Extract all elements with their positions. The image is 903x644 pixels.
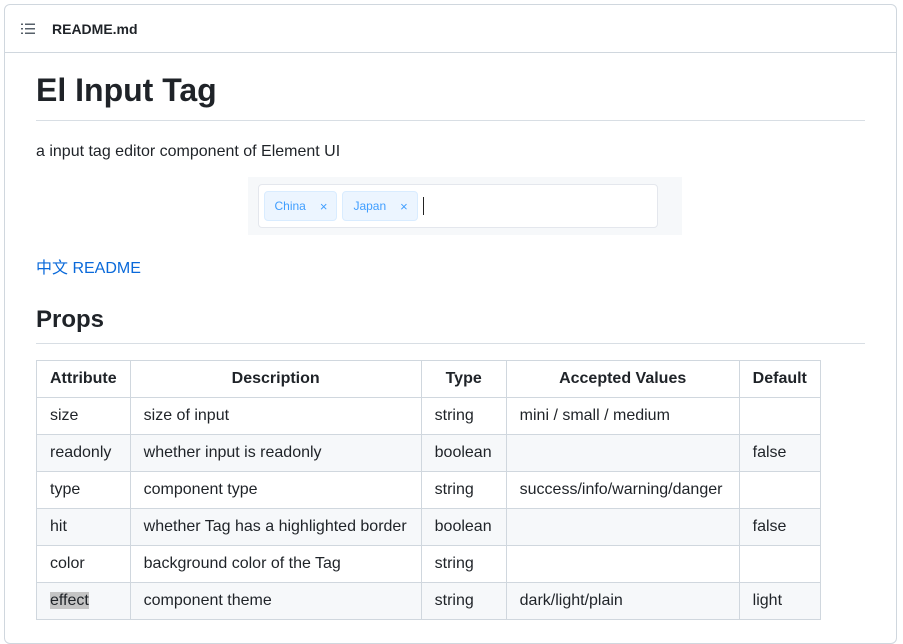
table-cell — [505, 545, 740, 583]
table-cell: size of input — [129, 397, 422, 435]
table-cell: string — [420, 582, 507, 620]
table-row: type component type string success/info/… — [36, 471, 821, 509]
table-cell: type — [36, 471, 131, 509]
table-cell: color — [36, 545, 131, 583]
props-heading: Props — [36, 305, 865, 344]
demo-image: China × Japan × — [247, 177, 682, 235]
column-header: Accepted Values — [505, 360, 740, 398]
column-header: Default — [738, 360, 821, 398]
tag-label: Japan — [353, 199, 387, 213]
table-cell: background color of the Tag — [129, 545, 422, 583]
table-cell: effect — [36, 582, 131, 620]
tag-input[interactable]: China × Japan × — [257, 184, 658, 228]
column-header: Type — [420, 360, 507, 398]
table-cell: string — [420, 471, 507, 509]
table-cell: success/info/warning/danger — [505, 471, 740, 509]
table-cell: component type — [129, 471, 422, 509]
close-icon[interactable]: × — [320, 199, 328, 214]
table-cell: whether input is readonly — [129, 434, 422, 472]
props-table: Attribute Description Type Accepted Valu… — [36, 360, 821, 620]
table-header-row: Attribute Description Type Accepted Valu… — [36, 360, 821, 398]
table-cell: false — [738, 434, 821, 472]
table-cell: string — [420, 545, 507, 583]
table-cell: light — [738, 582, 821, 620]
tag-japan: Japan × — [342, 191, 418, 221]
table-cell: boolean — [420, 508, 507, 546]
tag-china: China × — [263, 191, 338, 221]
table-cell: string — [420, 397, 507, 435]
table-cell: mini / small / medium — [505, 397, 740, 435]
table-row: readonly whether input is readonly boole… — [36, 434, 821, 472]
text-caret — [422, 197, 424, 215]
table-cell: dark/light/plain — [505, 582, 740, 620]
demo-wrapper: China × Japan × — [36, 177, 865, 235]
table-cell: false — [738, 508, 821, 546]
table-cell: whether Tag has a highlighted border — [129, 508, 422, 546]
readme-content: El Input Tag a input tag editor componen… — [5, 70, 896, 620]
table-row: color background color of the Tag string — [36, 545, 821, 583]
table-cell: component theme — [129, 582, 422, 620]
list-icon[interactable] — [21, 23, 35, 35]
column-header: Attribute — [36, 360, 131, 398]
table-cell: readonly — [36, 434, 131, 472]
file-header: README.md — [5, 5, 896, 53]
selected-text[interactable]: effect — [50, 592, 89, 609]
chinese-readme-link[interactable]: 中文 README — [36, 257, 141, 281]
table-cell — [738, 471, 821, 509]
column-header: Description — [129, 360, 422, 398]
table-cell — [738, 545, 821, 583]
table-cell — [505, 434, 740, 472]
table-cell: boolean — [420, 434, 507, 472]
page-title: El Input Tag — [36, 70, 865, 121]
description: a input tag editor component of Element … — [36, 143, 341, 160]
table-cell — [505, 508, 740, 546]
tag-label: China — [274, 199, 306, 213]
table-cell — [738, 397, 821, 435]
table-cell: hit — [36, 508, 131, 546]
table-row: size size of input string mini / small /… — [36, 397, 821, 435]
table-row: hit whether Tag has a highlighted border… — [36, 508, 821, 546]
table-row: effect component theme string dark/light… — [36, 582, 821, 620]
readme-box: README.md El Input Tag a input tag edito… — [4, 4, 897, 644]
file-name: README.md — [52, 20, 138, 37]
close-icon[interactable]: × — [400, 199, 408, 214]
table-cell: size — [36, 397, 131, 435]
